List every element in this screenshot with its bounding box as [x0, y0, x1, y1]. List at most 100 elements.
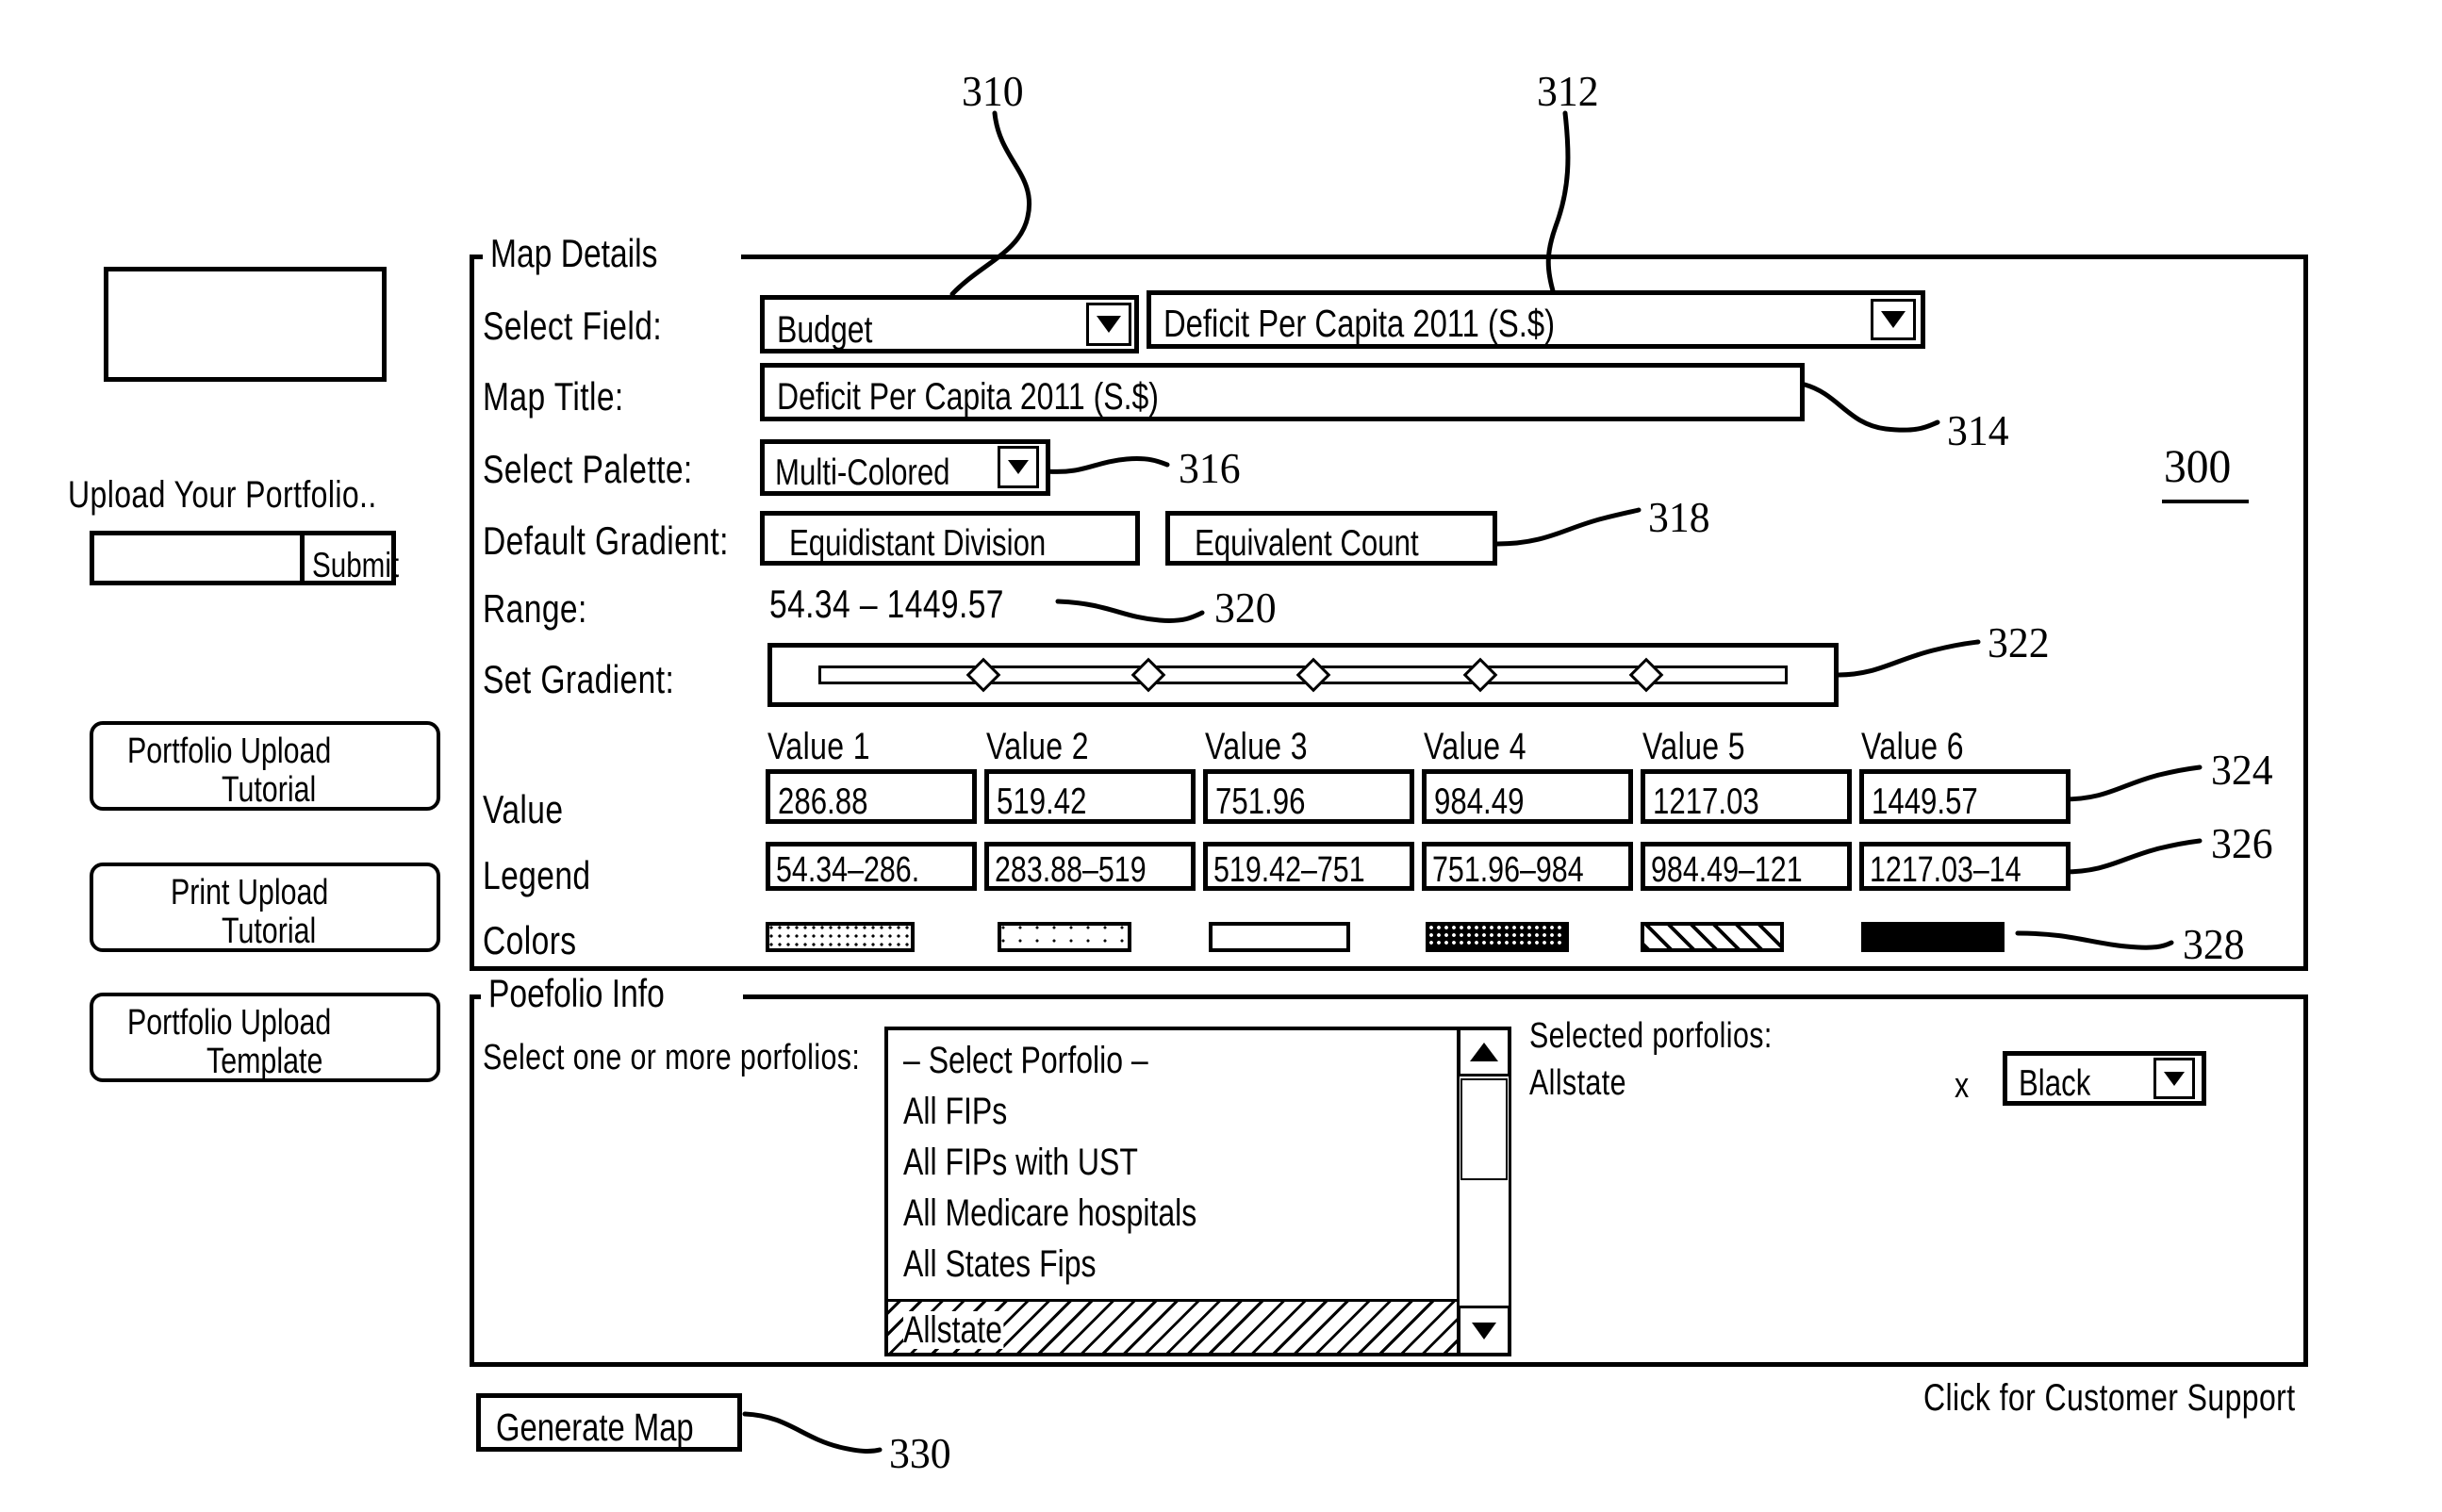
column-header-6: Value 6 — [1861, 726, 1964, 767]
scroll-up-arrow-icon[interactable] — [1458, 1027, 1510, 1076]
range-label: Range: — [483, 586, 587, 631]
value-input-1[interactable]: 286.88 — [766, 769, 977, 824]
value-input-3[interactable]: 751.96 — [1203, 769, 1414, 824]
column-header-4: Value 4 — [1424, 726, 1526, 767]
map-details-frame-right — [2303, 255, 2308, 971]
upload-portfolio-label: Upload Your Portfolio.. — [68, 474, 377, 516]
field-name-dropdown-arrow-icon[interactable] — [1871, 299, 1916, 340]
equidistant-division-button[interactable]: Equidistant Division — [760, 511, 1140, 566]
portfolio-color-dropdown-arrow-icon[interactable] — [2153, 1058, 2195, 1099]
portfolio-upload-tutorial-button[interactable]: Portfolio Upload Tutorial — [90, 721, 440, 811]
list-item-1[interactable]: All FIPs — [903, 1093, 1007, 1130]
column-header-3: Value 3 — [1205, 726, 1308, 767]
color-swatch-3[interactable] — [1209, 922, 1350, 952]
color-swatch-2[interactable] — [998, 922, 1131, 952]
legend-input-4[interactable]: 751.96–984 — [1422, 842, 1633, 891]
equivalent-count-label: Equivalent Count — [1195, 523, 1419, 564]
legend-input-5-text: 984.49–121 — [1651, 850, 1803, 890]
field-name-dropdown[interactable]: Deficit Per Capita 2011 (S.$) — [1147, 290, 1925, 349]
scroll-down-arrow-icon[interactable] — [1458, 1306, 1510, 1356]
map-details-frame-bottom — [470, 966, 2308, 971]
select-palette-label: Select Palette: — [483, 447, 693, 491]
legend-input-1[interactable]: 54.34–286. — [766, 842, 977, 891]
list-item-2[interactable]: All FIPs with UST — [903, 1143, 1138, 1181]
list-item-selected[interactable]: Allstate — [888, 1299, 1508, 1353]
portfolio-info-frame-right — [2303, 994, 2308, 1367]
field-category-dropdown[interactable]: Budget — [760, 295, 1139, 353]
submit-button-label: Submit — [312, 546, 400, 584]
legend-input-1-text: 54.34–286. — [776, 850, 920, 890]
customer-support-link[interactable]: Click for Customer Support — [1923, 1379, 2296, 1417]
logo-placeholder-box — [104, 267, 387, 382]
print-upload-tutorial-line2: Tutorial — [222, 912, 317, 951]
legend-input-3-text: 519.42–751 — [1213, 850, 1365, 890]
value-row-label: Value — [483, 787, 564, 831]
generate-map-button-label: Generate Map — [496, 1405, 694, 1449]
list-item-selected-label: Allstate — [903, 1309, 1004, 1351]
column-header-2: Value 2 — [986, 726, 1089, 767]
select-portfolios-label: Select one or more porfolios: — [483, 1038, 861, 1077]
ref-numeral-312: 312 — [1537, 67, 1599, 115]
ref-numeral-310: 310 — [962, 67, 1024, 115]
print-upload-tutorial-button[interactable]: Print Upload Tutorial — [90, 863, 440, 952]
value-input-2[interactable]: 519.42 — [984, 769, 1196, 824]
list-item-0[interactable]: – Select Porfolio – — [903, 1042, 1148, 1079]
legend-input-6[interactable]: 1217.03–14 — [1859, 842, 2071, 891]
print-upload-tutorial-line1: Print Upload — [171, 873, 329, 912]
map-title-value: Deficit Per Capita 2011 (S.$) — [777, 376, 1159, 418]
column-header-5: Value 5 — [1642, 726, 1745, 767]
value-input-1-text: 286.88 — [778, 781, 868, 822]
value-input-5-text: 1217.03 — [1653, 781, 1759, 822]
portfolio-info-frame-left — [470, 994, 474, 1367]
value-input-2-text: 519.42 — [997, 781, 1087, 822]
legend-input-2-text: 283.88–519 — [995, 850, 1147, 890]
remove-portfolio-button[interactable]: x — [1955, 1068, 1970, 1104]
map-title-input[interactable]: Deficit Per Capita 2011 (S.$) — [760, 363, 1805, 421]
column-header-1: Value 1 — [767, 726, 870, 767]
equivalent-count-button[interactable]: Equivalent Count — [1165, 511, 1497, 566]
legend-input-5[interactable]: 984.49–121 — [1641, 842, 1852, 891]
submit-button[interactable]: Submit — [300, 531, 400, 585]
set-gradient-label: Set Gradient: — [483, 657, 675, 701]
generate-map-button[interactable]: Generate Map — [476, 1393, 742, 1452]
portfolio-color-value: Black — [2019, 1063, 2091, 1104]
value-input-5[interactable]: 1217.03 — [1641, 769, 1852, 824]
map-details-group-title: Map Details — [483, 234, 666, 273]
default-gradient-label: Default Gradient: — [483, 518, 729, 563]
portfolio-list-scroll-thumb[interactable] — [1460, 1078, 1508, 1180]
figure-canvas: 310 312 314 316 318 320 322 324 326 328 … — [0, 0, 2442, 1512]
field-category-dropdown-arrow-icon[interactable] — [1086, 303, 1131, 346]
color-swatch-5[interactable] — [1641, 922, 1784, 952]
value-input-4[interactable]: 984.49 — [1422, 769, 1633, 824]
legend-input-2[interactable]: 283.88–519 — [984, 842, 1196, 891]
value-input-3-text: 751.96 — [1215, 781, 1306, 822]
portfolio-upload-template-line1: Portfolio Upload — [127, 1003, 332, 1043]
legend-input-4-text: 751.96–984 — [1432, 850, 1584, 890]
legend-input-6-text: 1217.03–14 — [1870, 850, 2021, 890]
value-input-6-text: 1449.57 — [1872, 781, 1978, 822]
selected-portfolios-label: Selected porfolios: — [1529, 1016, 1773, 1056]
map-details-frame-left — [470, 255, 474, 971]
portfolio-upload-template-button[interactable]: Portfolio Upload Template — [90, 993, 440, 1082]
portfolio-list[interactable]: – Select Porfolio – All FIPs All FIPs wi… — [884, 1027, 1511, 1356]
legend-input-3[interactable]: 519.42–751 — [1203, 842, 1414, 891]
selected-portfolios-value: Allstate — [1529, 1063, 1626, 1103]
equidistant-division-label: Equidistant Division — [789, 523, 1047, 564]
palette-dropdown-arrow-icon[interactable] — [998, 446, 1039, 488]
list-item-3[interactable]: All Medicare hospitals — [903, 1194, 1196, 1232]
portfolio-upload-tutorial-line2: Tutorial — [222, 770, 317, 810]
value-input-6[interactable]: 1449.57 — [1859, 769, 2071, 824]
map-title-label: Map Title: — [483, 374, 624, 419]
legend-row-label: Legend — [483, 853, 591, 897]
portfolio-upload-template-line2: Template — [206, 1042, 323, 1081]
palette-value: Multi-Colored — [775, 452, 950, 493]
color-swatch-6[interactable] — [1861, 922, 2005, 952]
portfolio-info-group-title: Poefolio Info — [481, 974, 672, 1013]
list-item-4[interactable]: All States Fips — [903, 1245, 1097, 1283]
select-field-label: Select Field: — [483, 304, 663, 348]
color-swatch-4[interactable] — [1426, 922, 1569, 952]
field-category-value: Budget — [777, 309, 873, 351]
value-input-4-text: 984.49 — [1434, 781, 1525, 822]
color-swatch-1[interactable] — [766, 922, 915, 952]
portfolio-info-frame-top-right — [743, 994, 2308, 999]
